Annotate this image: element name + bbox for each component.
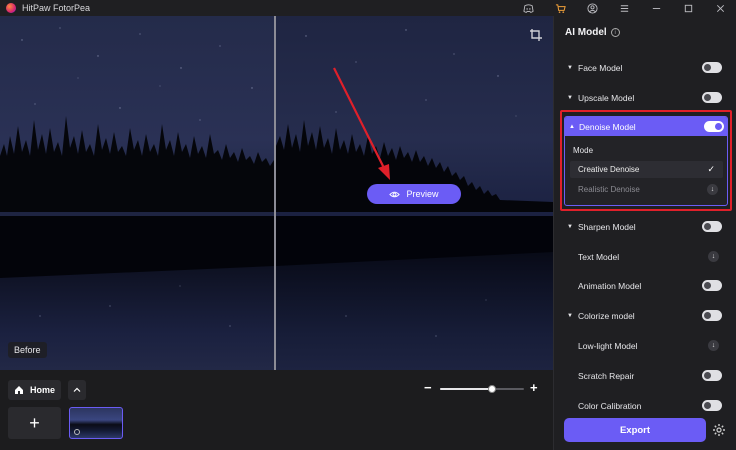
home-label: Home: [30, 385, 56, 395]
panel-title: AI Model i: [565, 27, 620, 38]
image-canvas[interactable]: Before Preview: [0, 16, 553, 370]
account-icon[interactable]: [576, 0, 608, 16]
download-icon[interactable]: ↓: [708, 340, 719, 351]
chevron-down-icon: ▼: [567, 224, 573, 230]
info-icon[interactable]: i: [610, 28, 620, 37]
image-thumbnail[interactable]: [69, 407, 123, 439]
model-label: Upscale Model: [578, 93, 635, 103]
model-label: Face Model: [578, 63, 623, 73]
model-toggle[interactable]: [702, 280, 722, 291]
model-toggle[interactable]: [702, 92, 722, 103]
realistic-denoise-option[interactable]: Realistic Denoise ↓: [570, 181, 723, 198]
model-toggle[interactable]: [702, 62, 722, 73]
annotation-arrow: [333, 67, 390, 180]
zoom-slider[interactable]: [440, 385, 524, 393]
collapse-button[interactable]: [68, 380, 86, 400]
model-toggle[interactable]: [702, 370, 722, 381]
zoom-slider-fill: [440, 388, 493, 390]
model-label: Text Model: [578, 252, 620, 262]
model-toggle[interactable]: [702, 310, 722, 321]
creative-denoise-label: Creative Denoise: [578, 165, 640, 174]
zoom-slider-handle[interactable]: [488, 385, 497, 393]
app-logo-icon: [6, 3, 16, 13]
cart-icon[interactable]: [544, 0, 576, 16]
creative-denoise-option[interactable]: Creative Denoise ✓: [570, 161, 723, 178]
bottom-bar: Home + − +: [0, 370, 553, 450]
model-row-upscale-model[interactable]: ▼ Upscale Model: [567, 89, 725, 107]
export-button[interactable]: Export: [564, 418, 706, 442]
denoise-model-card: ▲ Denoise Model Mode Creative Denoise ✓ …: [564, 116, 728, 206]
model-label: Sharpen Model: [578, 222, 636, 232]
zoom-control: − +: [424, 380, 544, 396]
denoise-model-header[interactable]: ▲ Denoise Model: [565, 117, 727, 136]
model-label: Color Calibration: [578, 401, 642, 411]
model-row-low-light-model[interactable]: Low-light Model ↓: [567, 337, 725, 355]
model-row-animation-model[interactable]: Animation Model: [567, 277, 725, 295]
model-label: Animation Model: [578, 281, 642, 291]
chevron-up-icon: [73, 387, 81, 392]
title-bar: HitPaw FotorPea: [0, 0, 736, 16]
chevron-down-icon: ▼: [567, 95, 573, 101]
realistic-denoise-label: Realistic Denoise: [578, 185, 640, 194]
model-row-color-calibration[interactable]: Color Calibration: [567, 397, 725, 415]
mode-label: Mode: [573, 146, 594, 155]
model-row-sharpen-model[interactable]: ▼ Sharpen Model: [567, 218, 725, 236]
download-icon[interactable]: ↓: [708, 251, 719, 262]
minimize-icon[interactable]: [640, 0, 672, 16]
download-icon[interactable]: ↓: [707, 184, 718, 195]
model-label: Colorize model: [578, 311, 635, 321]
chevron-down-icon: ▼: [567, 313, 573, 319]
model-row-text-model[interactable]: Text Model ↓: [567, 248, 725, 266]
menu-icon[interactable]: [608, 0, 640, 16]
model-toggle[interactable]: [702, 221, 722, 232]
model-label: Low-light Model: [578, 341, 638, 351]
close-icon[interactable]: [704, 0, 736, 16]
chevron-up-icon: ▲: [569, 123, 575, 130]
home-icon: [15, 386, 23, 394]
add-image-button[interactable]: +: [8, 407, 61, 439]
gear-icon[interactable]: [712, 423, 726, 437]
maximize-icon[interactable]: [672, 0, 704, 16]
zoom-in-button[interactable]: +: [530, 380, 538, 395]
discord-icon[interactable]: [512, 0, 544, 16]
model-row-face-model[interactable]: ▼ Face Model: [567, 59, 725, 77]
model-toggle[interactable]: [702, 400, 722, 411]
checkmark-icon: ✓: [707, 164, 715, 174]
home-button[interactable]: Home: [8, 380, 62, 400]
denoise-model-label: Denoise Model: [579, 121, 636, 132]
app-title: HitPaw FotorPea: [22, 3, 91, 13]
zoom-out-button[interactable]: −: [424, 380, 432, 395]
denoise-model-toggle[interactable]: [704, 121, 724, 132]
model-row-scratch-repair[interactable]: Scratch Repair: [567, 367, 725, 385]
model-label: Scratch Repair: [578, 371, 635, 381]
thumbnail-status-icon: [74, 429, 80, 435]
panel-title-label: AI Model: [565, 27, 607, 38]
chevron-down-icon: ▼: [567, 65, 573, 71]
model-row-colorize-model[interactable]: ▼ Colorize model: [567, 307, 725, 325]
